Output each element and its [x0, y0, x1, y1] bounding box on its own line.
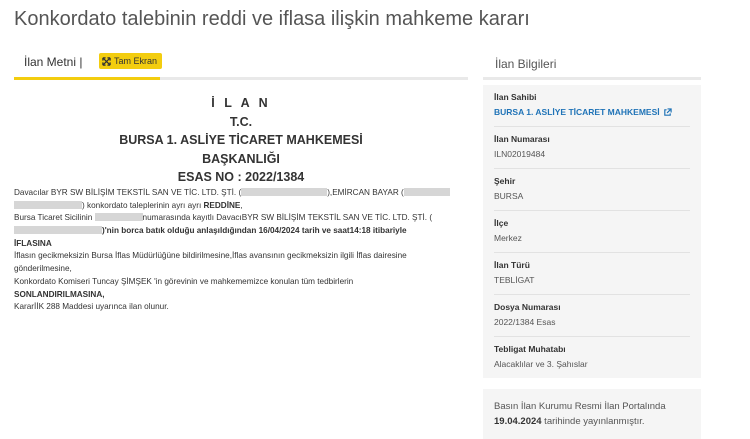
doc-line: Bursa Ticaret Sicilinin numarasında kayı… [14, 213, 433, 223]
info-field-district: İlçe Merkez [494, 211, 690, 253]
info-field-number: İlan Numarası ILN02019484 [494, 127, 690, 169]
field-value: TEBLİGAT [494, 275, 535, 285]
info-panel: İlan Sahibi BURSA 1. ASLİYE TİCARET MAHK… [483, 85, 701, 378]
field-label: Dosya Numarası [494, 302, 561, 312]
field-label: İlan Sahibi [494, 92, 537, 102]
fullscreen-button-label: Tam Ekran [114, 56, 158, 66]
doc-heading-case-no: ESAS NO : 2022/1384 [177, 170, 305, 185]
expand-arrows-icon [102, 56, 111, 66]
info-field-recipient: Tebligat Muhatabı Alacaklılar ve 3. Şahı… [494, 337, 690, 378]
info-field-owner: İlan Sahibi BURSA 1. ASLİYE TİCARET MAHK… [494, 85, 690, 127]
doc-line: ) konkordato taleplerinin ayrı ayrı REDD… [14, 200, 468, 213]
portal-publication-note: Basın İlan Kurumu Resmi İlan Portalında … [483, 389, 701, 439]
redacted-text [403, 187, 450, 196]
field-value: 2022/1384 Esas [494, 317, 556, 327]
doc-line: )'nin borca batık olduğu anlaşıldığından… [14, 225, 468, 238]
info-field-file-number: Dosya Numarası 2022/1384 Esas [494, 295, 690, 337]
redacted-text [241, 187, 328, 196]
doc-line: Konkordato Komiseri Tuncay ŞİMŞEK 'in gö… [14, 276, 354, 286]
tab-announcement-text-label: İlan Metni | [24, 55, 83, 69]
field-label: Şehir [494, 176, 516, 186]
info-header: İlan Bilgileri [483, 46, 701, 80]
doc-line: Davacılar BYR SW BİLİŞİM TEKSTİL SAN VE … [14, 187, 468, 200]
tab-bar: İlan Metni | Tam Ekran [14, 46, 468, 80]
doc-line: İFLASINA [14, 238, 52, 248]
doc-line: SONLANDIRILMASINA, [14, 289, 105, 299]
info-header-title: İlan Bilgileri [495, 57, 557, 71]
portal-note-suffix: tarihinde yayınlanmıştır. [541, 416, 645, 427]
field-label: İlan Türü [494, 260, 530, 270]
announcement-info-section: İlan Bilgileri İlan Sahibi BURSA 1. ASLİ… [483, 46, 701, 439]
portal-note-date-line: 19.04.2024 tarihinde yayınlanmıştır. [494, 414, 690, 429]
info-field-city: Şehir BURSA [494, 169, 690, 211]
doc-line: gönderilmesine, [14, 264, 72, 274]
redacted-text [94, 213, 143, 222]
field-label: İlçe [494, 218, 509, 228]
redacted-text [14, 200, 82, 209]
field-value: Merkez [494, 233, 522, 243]
field-value: BURSA [494, 191, 524, 201]
doc-heading-tc: T.C. [229, 114, 253, 129]
field-value: Alacaklılar ve 3. Şahıslar [494, 359, 588, 369]
field-value: ILN02019484 [494, 149, 546, 159]
portal-note-prefix: Basın İlan Kurumu Resmi İlan Portalında [494, 401, 666, 412]
doc-line: KararİİK 288 Maddesi uyarınca ilan olunu… [14, 302, 169, 312]
tab-announcement-text[interactable]: İlan Metni | Tam Ekran [14, 46, 163, 80]
page-title: Konkordato talebinin reddi ve iflasa ili… [14, 8, 530, 30]
portal-date: 19.04.2024 [494, 416, 542, 427]
announcement-body: İ L A N T.C. BURSA 1. ASLİYE TİCARET MAH… [14, 94, 468, 314]
external-link-icon [663, 107, 672, 116]
doc-heading-presidency: BAŞKANLIĞI [202, 151, 280, 166]
announcement-text-section: İlan Metni | Tam Ekran İ L A N T.C. BURS… [14, 46, 468, 314]
doc-heading-court: BURSA 1. ASLİYE TİCARET MAHKEMESİ [119, 133, 363, 148]
field-label: İlan Numarası [494, 134, 550, 144]
doc-line: İflasın gecikmeksizin Bursa İflas Müdürl… [14, 251, 407, 261]
info-field-type: İlan Türü TEBLİGAT [494, 253, 690, 295]
redacted-text [14, 226, 102, 235]
doc-heading-ilan: İ L A N [211, 96, 271, 110]
fullscreen-button[interactable]: Tam Ekran [99, 53, 163, 69]
owner-link[interactable]: BURSA 1. ASLİYE TİCARET MAHKEMESİ [494, 106, 690, 118]
field-label: Tebligat Muhatabı [494, 344, 566, 354]
